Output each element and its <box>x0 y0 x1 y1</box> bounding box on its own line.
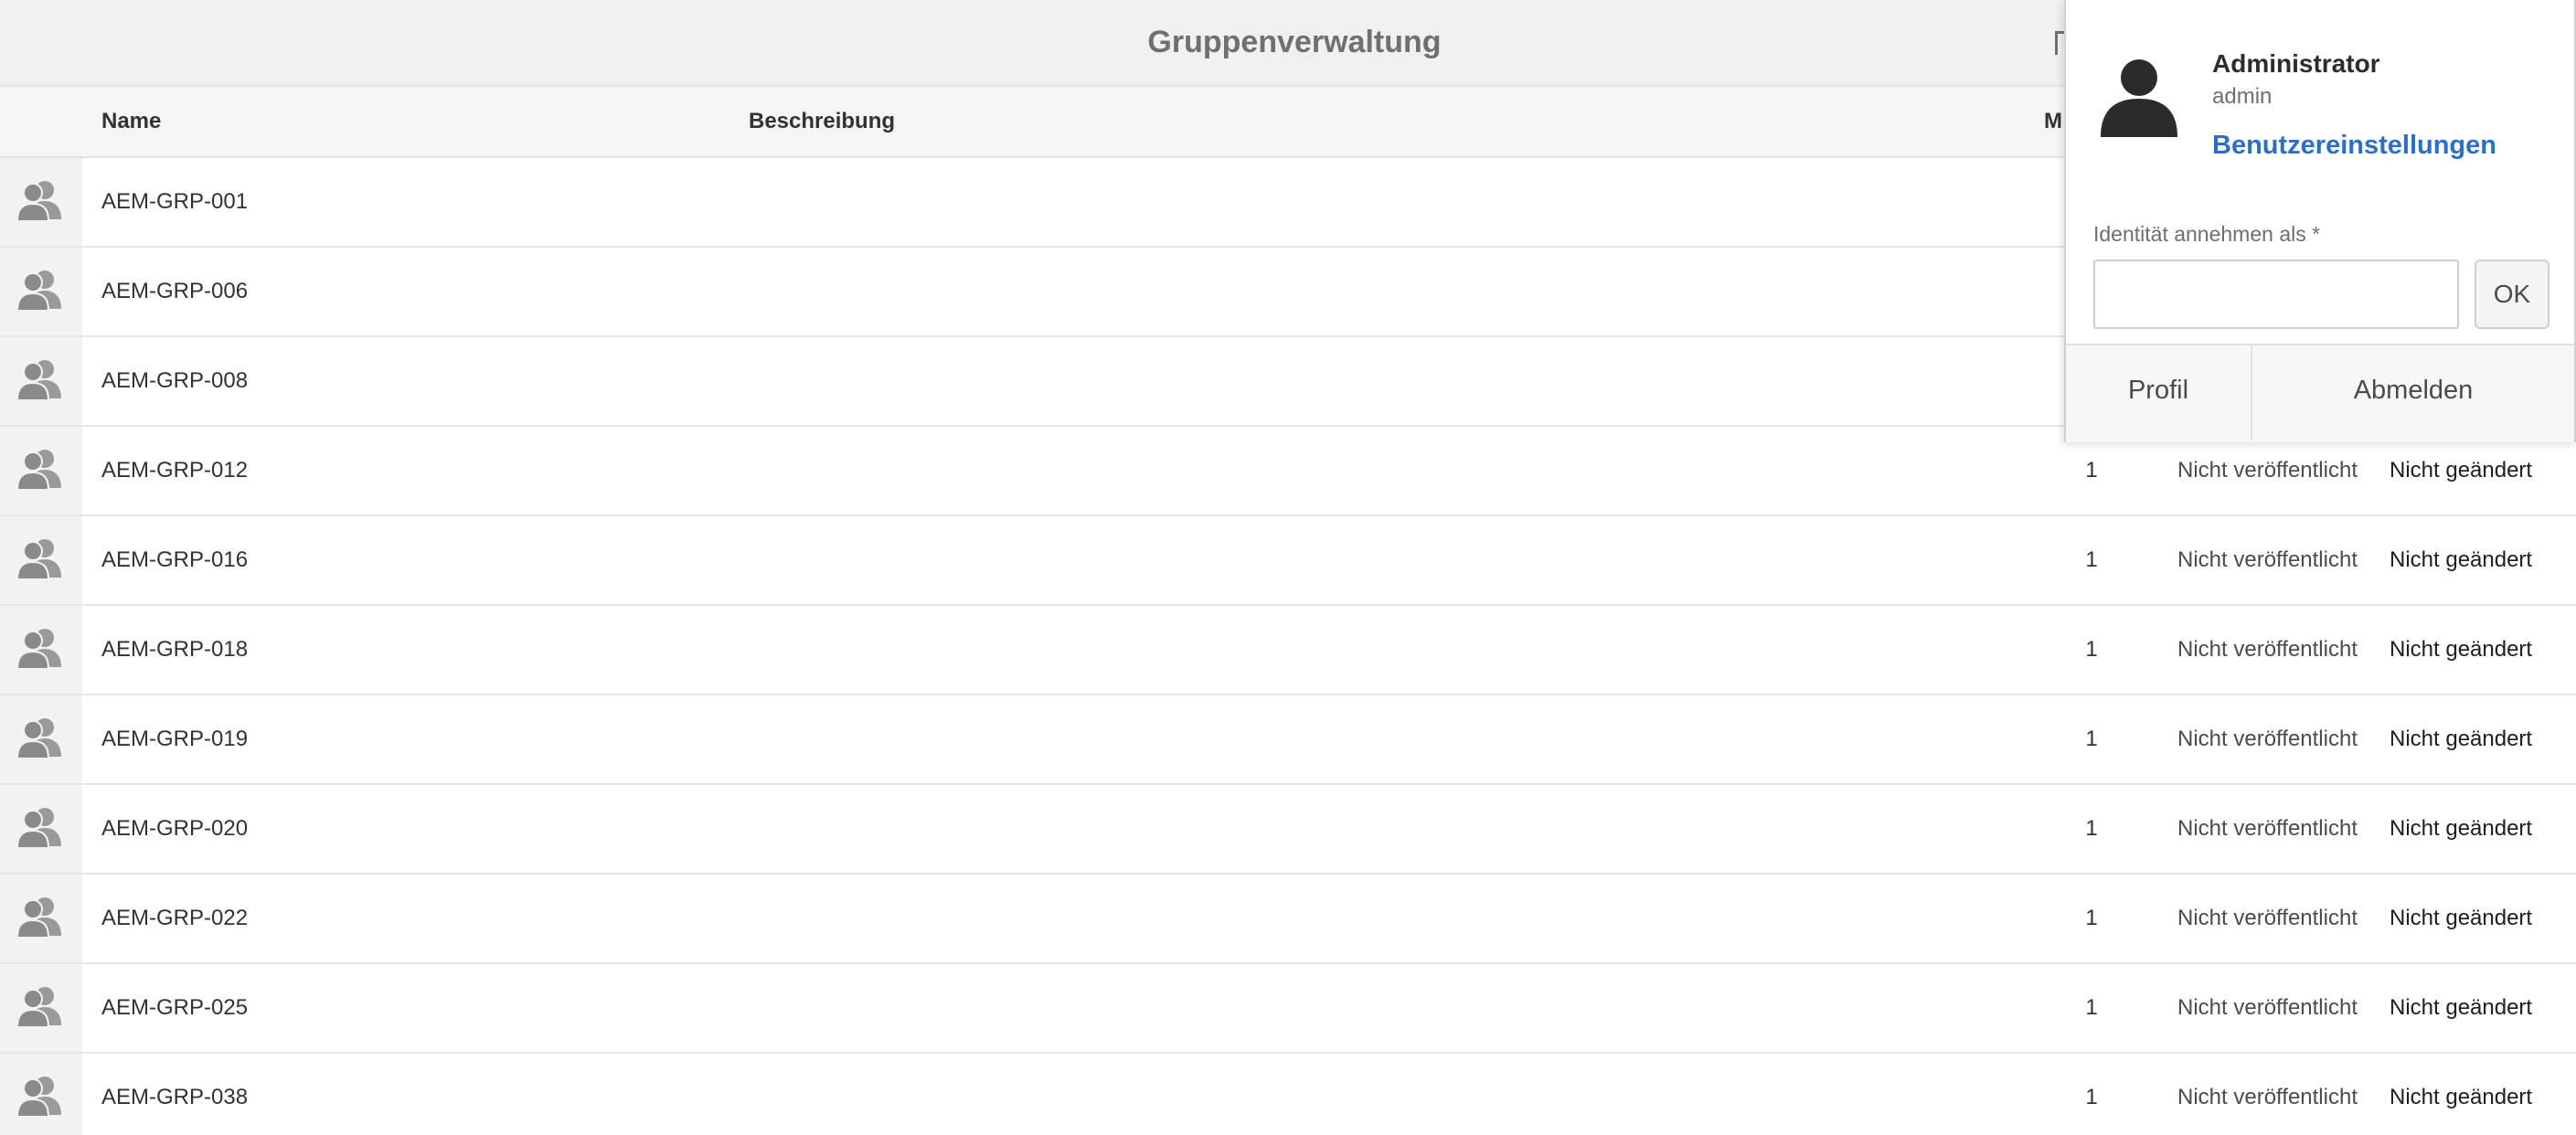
user-id: admin <box>2212 84 2273 109</box>
table-row[interactable]: AEM-GRP-019 1 Nicht veröffentlicht Nicht ge… <box>0 695 2576 785</box>
group-member-count: 1 <box>2085 995 2098 1020</box>
table-row[interactable]: AEM-GRP-018 1 Nicht veröffentlicht Nicht ge… <box>0 606 2576 695</box>
group-published-status: Nicht veröffentlicht <box>2177 816 2358 841</box>
column-header-members[interactable]: M <box>2044 87 2066 156</box>
group-member-count: 1 <box>2085 727 2098 751</box>
table-row[interactable]: AEM-GRP-016 1 Nicht veröffentlicht Nicht ge… <box>0 516 2576 606</box>
group-name: AEM-GRP-020 <box>101 816 249 841</box>
group-icon[interactable] <box>0 875 82 962</box>
group-icon[interactable] <box>0 606 82 694</box>
group-published-status: Nicht veröffentlicht <box>2177 906 2358 930</box>
group-icon[interactable] <box>0 964 82 1052</box>
group-name: AEM-GRP-018 <box>101 637 249 662</box>
app-window: Gruppenverwaltung Name Beschreibung M AE… <box>0 0 2576 1135</box>
group-published-status: Nicht veröffentlicht <box>2177 547 2358 572</box>
header-action-icon[interactable] <box>2055 31 2064 55</box>
user-display-name: Administrator <box>2212 49 2380 78</box>
group-member-count: 1 <box>2085 906 2098 930</box>
profile-button[interactable]: Profil <box>2066 345 2252 440</box>
table-row[interactable]: AEM-GRP-038 1 Nicht veröffentlicht Nicht ge… <box>0 1054 2576 1135</box>
group-icon[interactable] <box>0 695 82 783</box>
popover-footer: Profil Abmelden <box>2066 344 2574 442</box>
table-row[interactable]: AEM-GRP-020 1 Nicht veröffentlicht Nicht ge… <box>0 785 2576 875</box>
group-icon[interactable] <box>0 516 82 604</box>
user-popover: Administrator admin Benutzereinstellunge… <box>2064 0 2576 442</box>
user-avatar-icon <box>2101 59 2177 137</box>
group-name: AEM-GRP-038 <box>101 1085 249 1109</box>
group-icon[interactable] <box>0 337 82 425</box>
impersonate-input[interactable] <box>2093 260 2459 329</box>
group-name: AEM-GRP-022 <box>101 906 249 930</box>
group-modified-status: Nicht geändert <box>2390 1085 2533 1109</box>
group-icon[interactable] <box>0 1054 82 1135</box>
group-name: AEM-GRP-019 <box>101 727 249 751</box>
group-icon[interactable] <box>0 427 82 514</box>
column-header-description[interactable]: Beschreibung <box>749 87 895 156</box>
group-published-status: Nicht veröffentlicht <box>2177 995 2358 1020</box>
group-member-count: 1 <box>2085 637 2098 662</box>
group-published-status: Nicht veröffentlicht <box>2177 637 2358 662</box>
group-member-count: 1 <box>2085 1085 2098 1109</box>
column-header-name[interactable]: Name <box>101 87 161 156</box>
table-row[interactable]: AEM-GRP-022 1 Nicht veröffentlicht Nicht ge… <box>0 875 2576 964</box>
logout-button[interactable]: Abmelden <box>2252 345 2574 440</box>
group-modified-status: Nicht geändert <box>2390 637 2533 662</box>
group-member-count: 1 <box>2085 816 2098 841</box>
ok-button[interactable]: OK <box>2475 260 2549 329</box>
group-modified-status: Nicht geändert <box>2390 727 2533 751</box>
user-settings-link[interactable]: Benutzereinstellungen <box>2212 131 2496 161</box>
group-name: AEM-GRP-025 <box>101 995 249 1020</box>
group-member-count: 1 <box>2085 547 2098 572</box>
group-name: AEM-GRP-012 <box>101 458 249 483</box>
group-modified-status: Nicht geändert <box>2390 995 2533 1020</box>
table-row[interactable]: AEM-GRP-025 1 Nicht veröffentlicht Nicht ge… <box>0 964 2576 1054</box>
group-published-status: Nicht veröffentlicht <box>2177 727 2358 751</box>
group-modified-status: Nicht geändert <box>2390 906 2533 930</box>
group-modified-status: Nicht geändert <box>2390 816 2533 841</box>
impersonate-label: Identität annehmen als * <box>2093 222 2321 246</box>
group-name: AEM-GRP-016 <box>101 547 249 572</box>
group-name: AEM-GRP-006 <box>101 279 249 303</box>
group-name: AEM-GRP-008 <box>101 368 249 393</box>
group-icon[interactable] <box>0 158 82 246</box>
group-published-status: Nicht veröffentlicht <box>2177 1085 2358 1109</box>
group-icon[interactable] <box>0 248 82 335</box>
group-name: AEM-GRP-001 <box>101 189 249 214</box>
group-icon[interactable] <box>0 785 82 873</box>
group-modified-status: Nicht geändert <box>2390 547 2533 572</box>
